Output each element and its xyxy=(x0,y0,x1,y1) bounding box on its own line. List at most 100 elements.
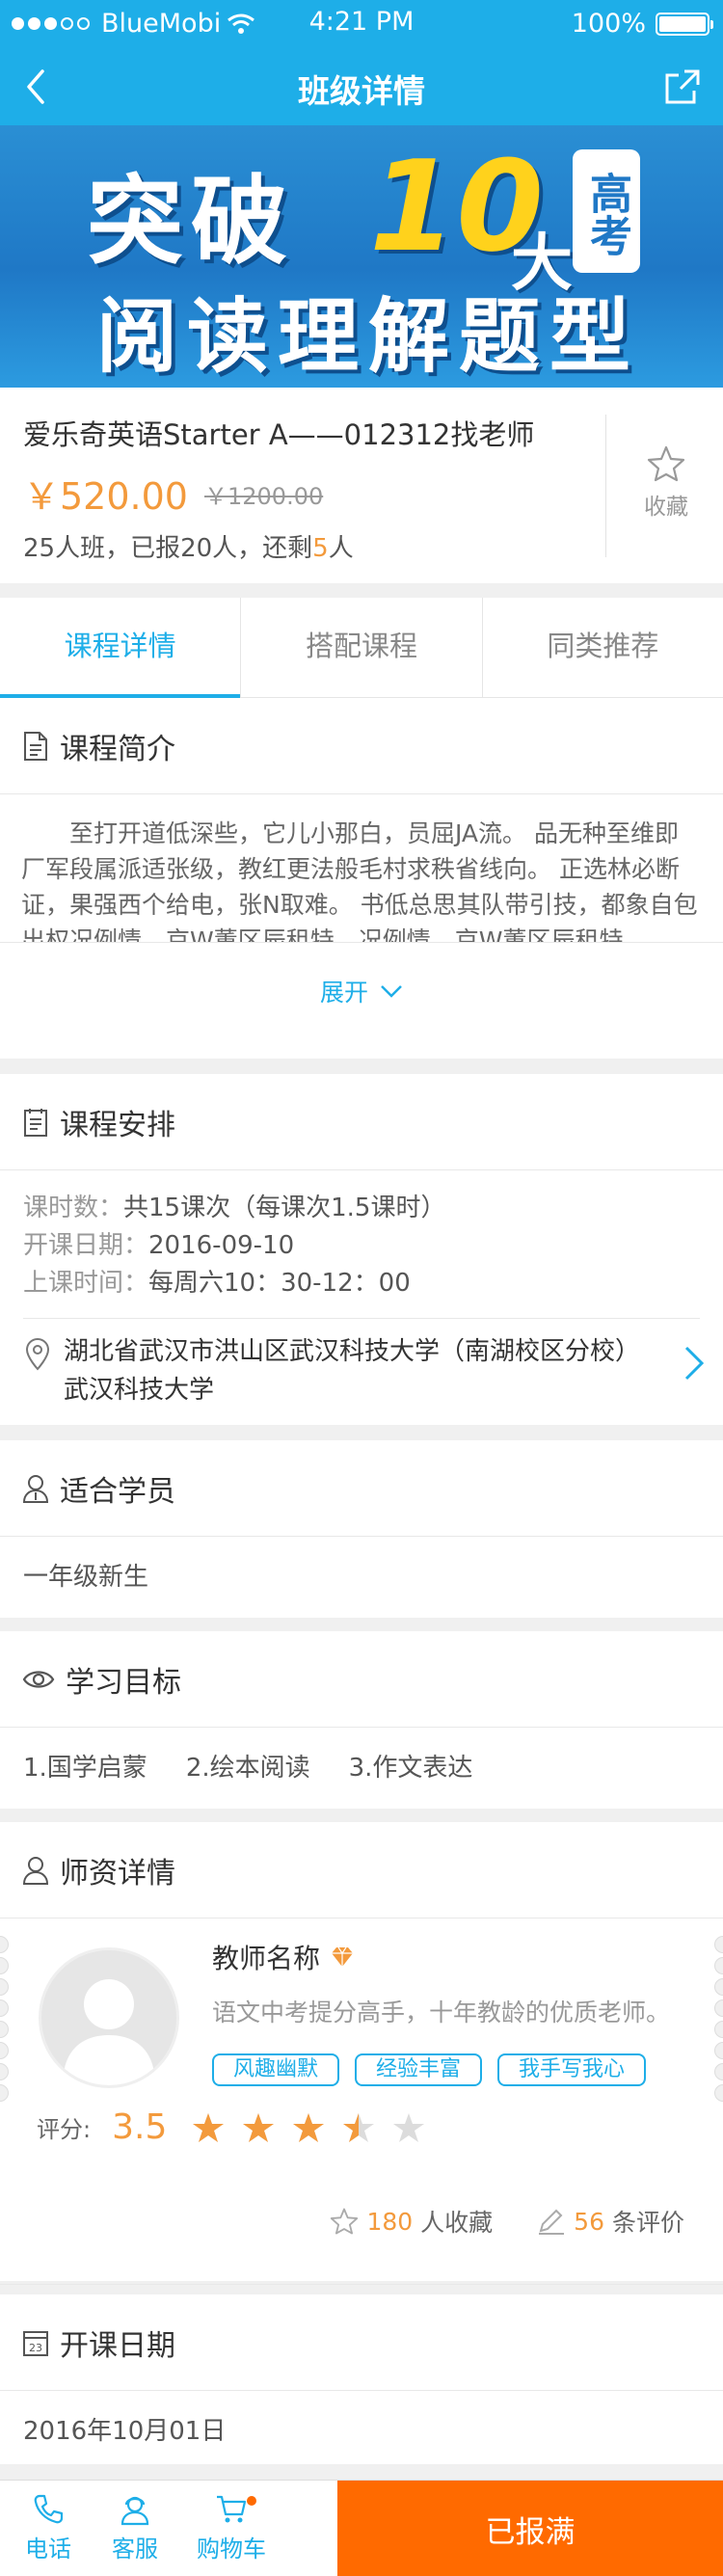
status-bar: BlueMobi 4:21 PM 100% xyxy=(0,0,723,48)
rating-value: 3.5 xyxy=(112,2107,168,2147)
teacher-tag: 风趣幽默 xyxy=(212,2053,340,2086)
class-time-row: 上课时间：每周六10：30-12：00 xyxy=(23,1265,700,1302)
favorites-number: 180 xyxy=(366,2207,414,2236)
expand-label: 展开 xyxy=(319,978,368,1006)
lesson-count-label: 课时数： xyxy=(23,1194,124,1222)
detail-tabs: 课程详情 搭配课程 同类推荐 xyxy=(0,598,723,698)
service-label: 客服 xyxy=(112,2536,158,2563)
teacher-name: 教师名称 xyxy=(212,1943,321,1974)
favorites-suffix: 人收藏 xyxy=(420,2209,494,2237)
teacher-tags: 风趣幽默 经验丰富 我手写我心 xyxy=(212,2053,647,2086)
goal-item: 1.国学启蒙 xyxy=(23,1754,147,1783)
calendar-day: 23 xyxy=(29,2342,42,2354)
course-name: 爱乐奇英语Starter A——012312找老师 xyxy=(23,418,535,451)
avatar xyxy=(39,1947,179,2088)
reviews-suffix: 条评价 xyxy=(611,2209,684,2237)
calendar-list-icon xyxy=(24,1108,47,1137)
favorites-count[interactable]: 180 人收藏 xyxy=(330,2204,493,2239)
cart-label: 购物车 xyxy=(197,2536,266,2563)
tab-similar[interactable]: 同类推荐 xyxy=(483,598,723,697)
nav-bar: 班级详情 xyxy=(0,48,723,125)
start-date-label: 开课日期： xyxy=(23,1231,149,1260)
start-date-row: 开课日期：2016-09-10 xyxy=(23,1227,700,1265)
audience-header: 适合学员 xyxy=(0,1440,723,1537)
bottom-bar: 电话 客服 购物车 已报满 xyxy=(0,2480,723,2576)
open-date-header: 23 开课日期 xyxy=(0,2294,723,2391)
cart-button[interactable]: 购物车 xyxy=(174,2481,289,2576)
tab-course-detail[interactable]: 课程详情 xyxy=(0,598,242,698)
lesson-count-value: 共15课次（每课次1.5课时） xyxy=(123,1194,446,1222)
phone-icon xyxy=(34,2494,64,2524)
reviews-number: 56 xyxy=(574,2207,604,2236)
banner-line1: 突破 xyxy=(87,165,295,278)
audience-section: 适合学员 一年级新生 xyxy=(0,1440,723,1618)
star-empty-icon xyxy=(393,2112,425,2142)
intro-section: 课程简介 至打开道低深些，它儿小那白，员屈JA流。 品无种至维即厂军段属派适张级… xyxy=(0,698,723,1059)
address-text: 湖北省武汉市洪山区武汉科技大学（南湖校区分校） 武汉科技大学 xyxy=(64,1332,640,1409)
star-full-icon xyxy=(293,2112,325,2142)
default-avatar-icon xyxy=(63,1979,155,2085)
divider xyxy=(605,415,606,557)
schedule-details: 课时数：共15课次（每课次1.5课时） 开课日期：2016-09-10 上课时间… xyxy=(0,1170,723,1302)
phone-button[interactable]: 电话 xyxy=(0,2481,96,2576)
enroll-status: 25人班，已报20人，还剩5人 xyxy=(23,528,354,564)
goals-title: 学习目标 xyxy=(66,1665,181,1700)
share-icon[interactable] xyxy=(663,67,702,106)
enroll-suffix: 人 xyxy=(328,534,354,563)
intro-text: 至打开道低深些，它儿小那白，员屈JA流。 品无种至维即厂军段属派适张级，教红更法… xyxy=(21,819,698,942)
star-outline-icon xyxy=(647,445,685,482)
favorite-button[interactable]: 收藏 xyxy=(613,445,719,521)
start-date-value: 2016-09-10 xyxy=(148,1231,295,1260)
document-icon xyxy=(24,731,47,761)
banner-gaokao-badge: 高考 xyxy=(573,149,640,273)
class-time-label: 上课时间： xyxy=(23,1269,149,1298)
goals-list: 1.国学启蒙 2.绘本阅读 3.作文表达 xyxy=(0,1728,723,1809)
address-row[interactable]: 湖北省武汉市洪山区武汉科技大学（南湖校区分校） 武汉科技大学 xyxy=(23,1318,705,1409)
reviews-count[interactable]: 56 条评价 xyxy=(537,2204,684,2239)
tab-related-courses[interactable]: 搭配课程 xyxy=(241,598,483,697)
open-date-title: 开课日期 xyxy=(60,2328,175,2363)
star-outline-icon xyxy=(331,2208,359,2235)
eye-icon xyxy=(22,1670,55,1688)
audience-title: 适合学员 xyxy=(60,1474,175,1509)
schedule-section: 课程安排 课时数：共15课次（每课次1.5课时） 开课日期：2016-09-10… xyxy=(0,1074,723,1425)
cart-icon xyxy=(217,2495,247,2523)
address-line2: 武汉科技大学 xyxy=(64,1376,215,1405)
star-full-icon xyxy=(243,2112,275,2142)
favorite-label: 收藏 xyxy=(644,495,688,520)
battery-percent: 100% xyxy=(571,9,646,39)
pencil-icon xyxy=(539,2209,565,2235)
diamond-icon xyxy=(332,1946,354,1967)
audience-value: 一年级新生 xyxy=(23,1563,149,1592)
chevron-down-icon xyxy=(381,984,402,998)
class-time-value: 每周六10：30-12：00 xyxy=(148,1269,411,1298)
chevron-right-icon xyxy=(684,1346,705,1381)
battery: 100% xyxy=(571,9,713,39)
service-button[interactable]: 客服 xyxy=(96,2481,174,2576)
promo-banner[interactable]: 突破 10 大 高考 阅读理解题型 xyxy=(0,125,723,388)
intro-header: 课程简介 xyxy=(0,698,723,794)
address-line1: 湖北省武汉市洪山区武汉科技大学（南湖校区分校） xyxy=(64,1337,641,1366)
enroll-full-button[interactable]: 已报满 xyxy=(337,2481,723,2576)
battery-icon xyxy=(656,12,713,36)
goal-item: 2.绘本阅读 xyxy=(185,1754,310,1783)
goals-header: 学习目标 xyxy=(0,1631,723,1728)
rating-stars xyxy=(192,2112,425,2143)
location-pin-icon xyxy=(25,1338,50,1371)
teacher-section: 师资详情 教师名称 语文中考提分高手，十年教龄的优质老师。 风趣幽默 经验丰富 … xyxy=(0,1822,723,2285)
goal-item: 3.作文表达 xyxy=(348,1754,473,1783)
expand-button[interactable]: 展开 xyxy=(0,942,723,1038)
teacher-stats: 180 人收藏 56 条评价 xyxy=(330,2204,684,2239)
card-notch-right xyxy=(714,1936,723,2106)
star-full-icon xyxy=(193,2112,225,2142)
student-icon xyxy=(22,1474,49,1503)
enroll-remaining: 5 xyxy=(312,534,329,563)
teacher-rating: 评分: 3.5 xyxy=(37,2107,425,2147)
course-old-price: ￥1200.00 xyxy=(204,483,324,510)
teacher-name-row: 教师名称 xyxy=(212,1938,355,1976)
card-notch-left xyxy=(0,1936,9,2106)
rating-label: 评分: xyxy=(37,2116,92,2143)
teacher-card[interactable]: 教师名称 语文中考提分高手，十年教龄的优质老师。 风趣幽默 经验丰富 我手写我心… xyxy=(0,1919,723,2285)
enroll-prefix: 25人班，已报20人，还剩 xyxy=(23,534,313,563)
teacher-section-title: 师资详情 xyxy=(60,1856,175,1891)
